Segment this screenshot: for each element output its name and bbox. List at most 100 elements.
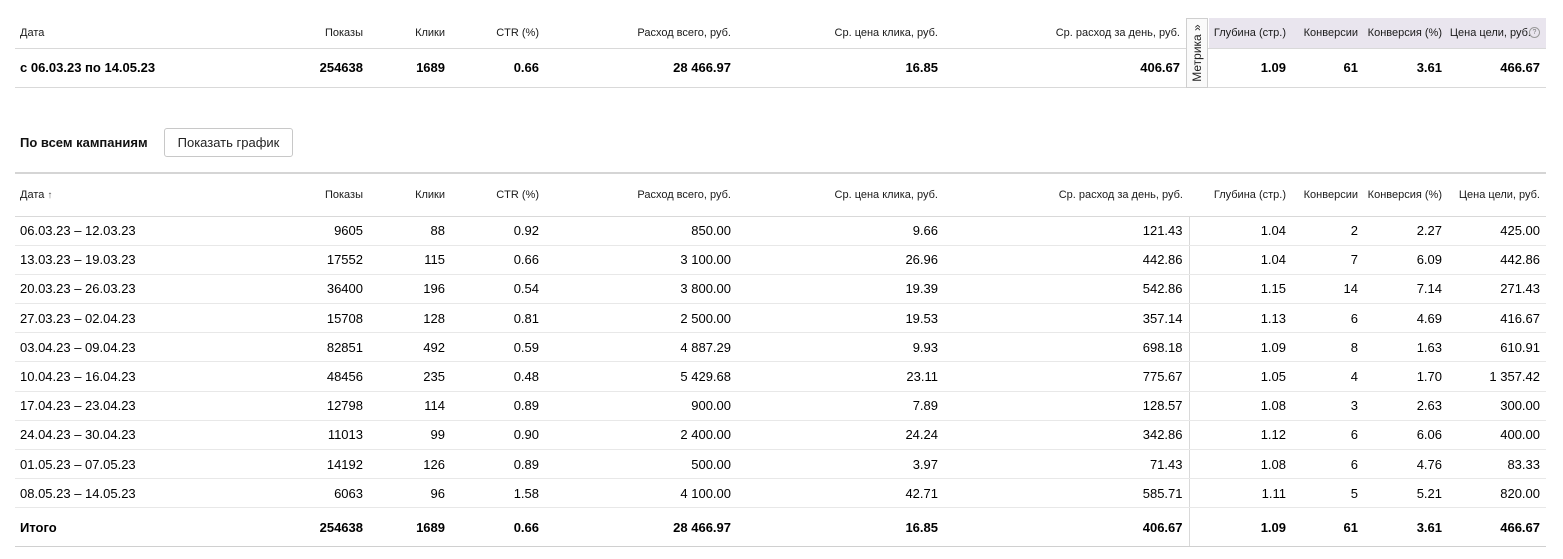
col-header-conversion-rate[interactable]: Конверсия (%) xyxy=(1364,18,1448,49)
row-cpc: 9.93 xyxy=(737,332,944,363)
col-header-conversions[interactable]: Конверсии xyxy=(1292,173,1364,217)
row-date: 01.05.23 – 07.05.23 xyxy=(15,449,286,480)
table-row: 03.04.23 – 09.04.23 82851 492 0.59 4 887.29 9… xyxy=(15,332,1546,363)
col-header-spend[interactable]: Расход всего, руб. xyxy=(545,18,737,49)
row-conversions: 4 xyxy=(1292,361,1364,392)
row-conversion-rate: 4.69 xyxy=(1364,303,1448,334)
total-impressions: 254638 xyxy=(286,507,369,548)
col-header-depth[interactable]: Глубина (стр.) xyxy=(1209,18,1292,49)
row-conversion-rate: 7.14 xyxy=(1364,274,1448,305)
total-label: Итого xyxy=(15,507,286,548)
row-ctr: 0.92 xyxy=(451,216,545,246)
col-header-daily-spend[interactable]: Ср. расход за день, руб. xyxy=(944,18,1186,49)
row-impressions: 36400 xyxy=(286,274,369,305)
row-ctr: 1.58 xyxy=(451,478,545,509)
sort-ascending-icon: ↑ xyxy=(47,189,53,201)
total-cpc: 16.85 xyxy=(737,507,944,548)
row-goal-cost: 300.00 xyxy=(1448,391,1546,421)
col-header-conversions[interactable]: Конверсии xyxy=(1292,18,1364,49)
row-goal-cost: 425.00 xyxy=(1448,216,1546,246)
row-date: 10.04.23 – 16.04.23 xyxy=(15,361,286,392)
row-impressions: 6063 xyxy=(286,478,369,509)
row-depth: 1.13 xyxy=(1189,303,1292,334)
row-spend: 3 800.00 xyxy=(545,274,737,305)
row-clicks: 128 xyxy=(369,303,451,334)
row-goal-cost: 610.91 xyxy=(1448,332,1546,363)
row-depth: 1.05 xyxy=(1189,361,1292,392)
show-chart-button[interactable]: Показать график xyxy=(164,128,293,157)
row-spend: 2 400.00 xyxy=(545,420,737,451)
row-impressions: 15708 xyxy=(286,303,369,334)
summary-header-row: Дата Показы Клики CTR (%) Расход всего, … xyxy=(15,18,1546,49)
row-cpc: 42.71 xyxy=(737,478,944,509)
total-depth: 1.09 xyxy=(1189,507,1292,548)
weekly-stats-table: Дата ↑ Показы Клики CTR (%) Расход всего,… xyxy=(15,172,1546,548)
row-conversion-rate: 1.70 xyxy=(1364,361,1448,392)
row-depth: 1.04 xyxy=(1189,216,1292,246)
row-goal-cost: 416.67 xyxy=(1448,303,1546,334)
row-daily-spend: 442.86 xyxy=(944,245,1190,275)
col-header-impressions[interactable]: Показы xyxy=(286,173,369,217)
row-ctr: 0.66 xyxy=(451,245,545,275)
row-daily-spend: 775.67 xyxy=(944,361,1190,392)
col-header-spend[interactable]: Расход всего, руб. xyxy=(545,173,737,217)
col-header-date-sorted[interactable]: Дата ↑ xyxy=(15,173,286,217)
row-date: 13.03.23 – 19.03.23 xyxy=(15,245,286,275)
row-spend: 5 429.68 xyxy=(545,361,737,392)
row-conversion-rate: 2.63 xyxy=(1364,391,1448,421)
summary-spend: 28 466.97 xyxy=(545,48,737,88)
row-depth: 1.12 xyxy=(1189,420,1292,451)
row-impressions: 12798 xyxy=(286,391,369,421)
col-header-goal-cost[interactable]: Цена цели, руб. xyxy=(1448,173,1546,217)
row-daily-spend: 342.86 xyxy=(944,420,1190,451)
table-row: 01.05.23 – 07.05.23 14192 126 0.89 500.00 3.9… xyxy=(15,449,1546,480)
table-row: 24.04.23 – 30.04.23 11013 99 0.90 2 400.00 24… xyxy=(15,420,1546,451)
col-header-clicks[interactable]: Клики xyxy=(369,18,451,49)
row-conversions: 6 xyxy=(1292,420,1364,451)
row-daily-spend: 585.71 xyxy=(944,478,1190,509)
col-header-cpc[interactable]: Ср. цена клика, руб. xyxy=(737,18,944,49)
col-header-depth[interactable]: Глубина (стр.) xyxy=(1189,173,1292,217)
row-cpc: 9.66 xyxy=(737,216,944,246)
summary-cpc: 16.85 xyxy=(737,48,944,88)
total-row: Итого 254638 1689 0.66 28 466.97 16.85 406.67 1… xyxy=(15,507,1546,548)
table-row: 08.05.23 – 14.05.23 6063 96 1.58 4 100.00 42.… xyxy=(15,478,1546,509)
col-header-daily-spend[interactable]: Ср. расход за день, руб. xyxy=(944,173,1189,217)
all-campaigns-label: По всем кампаниям xyxy=(20,135,148,150)
col-header-ctr[interactable]: CTR (%) xyxy=(451,18,545,49)
col-header-conversion-rate[interactable]: Конверсия (%) xyxy=(1364,173,1448,217)
help-icon[interactable]: ? xyxy=(1529,27,1540,39)
row-depth: 1.08 xyxy=(1189,391,1292,421)
row-date: 08.05.23 – 14.05.23 xyxy=(15,478,286,509)
row-clicks: 235 xyxy=(369,361,451,392)
row-conversions: 2 xyxy=(1292,216,1364,246)
summary-table: Дата Показы Клики CTR (%) Расход всего, … xyxy=(15,18,1546,88)
row-depth: 1.15 xyxy=(1189,274,1292,305)
row-conversions: 8 xyxy=(1292,332,1364,363)
row-goal-cost: 1 357.42 xyxy=(1448,361,1546,392)
table-row: 27.03.23 – 02.04.23 15708 128 0.81 2 500.00 1… xyxy=(15,303,1546,334)
col-header-date[interactable]: Дата xyxy=(15,18,286,49)
col-header-clicks[interactable]: Клики xyxy=(369,173,451,217)
col-header-cpc[interactable]: Ср. цена клика, руб. xyxy=(737,173,944,217)
col-header-ctr[interactable]: CTR (%) xyxy=(451,173,545,217)
row-impressions: 11013 xyxy=(286,420,369,451)
row-date: 03.04.23 – 09.04.23 xyxy=(15,332,286,363)
row-daily-spend: 698.18 xyxy=(944,332,1190,363)
col-header-impressions[interactable]: Показы xyxy=(286,18,369,49)
row-ctr: 0.90 xyxy=(451,420,545,451)
weekly-stats-body: 06.03.23 – 12.03.23 9605 88 0.92 850.00 9.66 1… xyxy=(15,216,1546,548)
col-header-goal-cost[interactable]: Цена цели, руб.? xyxy=(1448,18,1546,49)
row-goal-cost: 400.00 xyxy=(1448,420,1546,451)
metrika-toggle-button[interactable]: Метрика » xyxy=(1186,18,1208,88)
row-ctr: 0.89 xyxy=(451,449,545,480)
row-spend: 4 887.29 xyxy=(545,332,737,363)
row-depth: 1.11 xyxy=(1189,478,1292,509)
summary-ctr: 0.66 xyxy=(451,48,545,88)
row-conversions: 7 xyxy=(1292,245,1364,275)
summary-goal-cost: 466.67 xyxy=(1448,48,1546,88)
summary-depth: 1.09 xyxy=(1209,48,1292,88)
row-clicks: 88 xyxy=(369,216,451,246)
total-conversions: 61 xyxy=(1292,507,1364,548)
total-daily-spend: 406.67 xyxy=(944,507,1190,548)
